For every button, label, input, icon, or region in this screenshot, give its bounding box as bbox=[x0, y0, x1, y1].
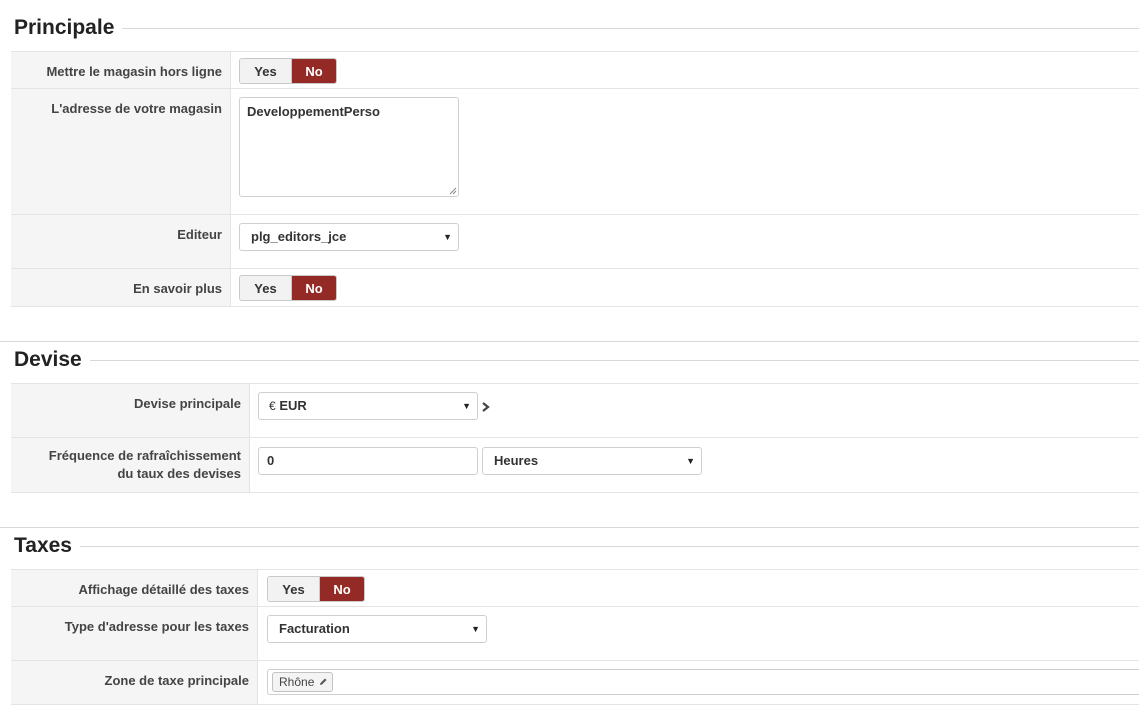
offline-toggle: Yes No bbox=[239, 58, 337, 84]
caret-down-icon: ▼ bbox=[443, 232, 452, 242]
address-label: L'adresse de votre magasin bbox=[11, 89, 231, 215]
section-title-principale: Principale bbox=[0, 14, 123, 42]
section-top-rule bbox=[0, 341, 1139, 342]
refresh-unit-select[interactable]: Heures ▼ bbox=[482, 447, 702, 475]
tax-detail-label: Affichage détaillé des taxes bbox=[11, 570, 258, 607]
refresh-label: Fréquence de rafraîchissement du taux de… bbox=[11, 438, 250, 492]
section-title-taxes: Taxes bbox=[0, 532, 80, 560]
offline-label: Mettre le magasin hors ligne bbox=[11, 52, 231, 89]
refresh-unit-value: Heures bbox=[494, 453, 539, 468]
learn-more-no-button[interactable]: No bbox=[292, 276, 336, 300]
tax-address-label: Type d'adresse pour les taxes bbox=[11, 607, 258, 661]
form-row-tax-zone: Zone de taxe principale Rhône bbox=[11, 660, 1139, 705]
tax-detail-yes-button[interactable]: Yes bbox=[268, 577, 320, 601]
address-value: DeveloppementPerso bbox=[247, 104, 380, 119]
form-row-offline: Mettre le magasin hors ligne Yes No bbox=[11, 51, 1139, 89]
form-row-refresh: Fréquence de rafraîchissement du taux de… bbox=[11, 437, 1139, 493]
currency-value: EUR bbox=[279, 398, 307, 413]
main-currency-label: Devise principale bbox=[11, 384, 250, 438]
caret-down-icon: ▼ bbox=[462, 401, 471, 411]
form-row-editor: Editeur plg_editors_jce ▼ bbox=[11, 214, 1139, 269]
pencil-icon[interactable] bbox=[318, 677, 328, 687]
form-row-address: L'adresse de votre magasin Developpement… bbox=[11, 88, 1139, 215]
tax-detail-no-button[interactable]: No bbox=[320, 577, 364, 601]
refresh-label-line1: Fréquence de rafraîchissement bbox=[48, 448, 241, 463]
resize-grip-icon[interactable] bbox=[449, 187, 457, 195]
section-rule bbox=[0, 546, 1139, 547]
editor-value: plg_editors_jce bbox=[251, 229, 347, 244]
offline-yes-button[interactable]: Yes bbox=[240, 59, 292, 83]
tax-address-select[interactable]: Facturation ▼ bbox=[267, 615, 487, 643]
form-row-main-currency: Devise principale € EUR ▼ bbox=[11, 383, 1139, 438]
learn-more-label: En savoir plus bbox=[11, 269, 231, 306]
caret-down-icon: ▼ bbox=[686, 456, 695, 466]
section-top-rule bbox=[0, 527, 1139, 528]
caret-down-icon: ▼ bbox=[471, 624, 480, 634]
form-row-tax-address: Type d'adresse pour les taxes Facturatio… bbox=[11, 606, 1139, 661]
editor-label: Editeur bbox=[11, 215, 231, 269]
refresh-label-line2: du taux des devises bbox=[117, 466, 241, 481]
form-row-tax-detail: Affichage détaillé des taxes Yes No bbox=[11, 569, 1139, 607]
section-title-devise: Devise bbox=[0, 346, 90, 374]
section-rule bbox=[0, 28, 1139, 29]
refresh-input[interactable]: 0 bbox=[258, 447, 478, 475]
chevron-right-icon[interactable] bbox=[482, 402, 490, 412]
address-textarea[interactable]: DeveloppementPerso bbox=[239, 97, 459, 197]
currency-select[interactable]: € EUR ▼ bbox=[258, 392, 478, 420]
learn-more-yes-button[interactable]: Yes bbox=[240, 276, 292, 300]
section-rule bbox=[0, 360, 1139, 361]
tax-zone-chip[interactable]: Rhône bbox=[272, 672, 334, 692]
offline-no-button[interactable]: No bbox=[292, 59, 336, 83]
learn-more-toggle: Yes No bbox=[239, 275, 337, 301]
form-row-learn-more: En savoir plus Yes No bbox=[11, 268, 1139, 307]
tax-zone-field[interactable]: Rhône bbox=[267, 669, 1139, 695]
tax-detail-toggle: Yes No bbox=[267, 576, 365, 602]
editor-select[interactable]: plg_editors_jce ▼ bbox=[239, 223, 459, 251]
euro-symbol: € bbox=[269, 399, 276, 413]
tax-address-value: Facturation bbox=[279, 621, 350, 636]
tax-zone-chip-label: Rhône bbox=[279, 675, 315, 689]
tax-zone-label: Zone de taxe principale bbox=[11, 661, 258, 704]
